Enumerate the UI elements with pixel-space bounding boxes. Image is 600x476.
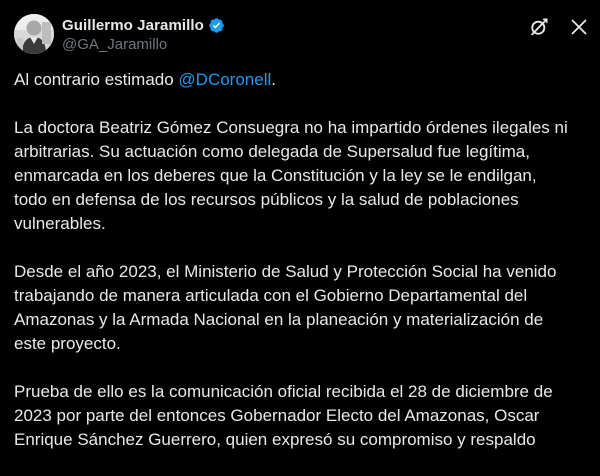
tweet-paragraph: Al contrario estimado @DCoronell. [14, 68, 586, 92]
tweet-paragraph: La doctora Beatriz Gómez Consuegra no ha… [14, 116, 586, 236]
tweet-line: todo en defensa de los recursos públicos… [14, 190, 519, 209]
tweet-header: Guillermo Jaramillo @GA_Jaramillo [14, 12, 588, 60]
author-handle[interactable]: @GA_Jaramillo [62, 36, 225, 53]
display-name-row: Guillermo Jaramillo [62, 15, 225, 35]
tweet-line: Desde el año 2023, el Ministerio de Salu… [14, 262, 557, 281]
tweet-line: trabajando de manera articulada con el G… [14, 286, 528, 305]
tweet-line: arbitrarias. Su actuación como delegada … [14, 142, 530, 161]
tweet-text: . [271, 70, 276, 89]
close-x-icon[interactable] [570, 18, 588, 36]
tweet-line: Prueba de ello es la comunicación oficia… [14, 382, 553, 401]
verified-badge-icon[interactable] [208, 17, 225, 34]
tweet-line: vulnerables. [14, 214, 106, 233]
mention-link[interactable]: @DCoronell [178, 70, 271, 89]
author-display-name[interactable]: Guillermo Jaramillo [62, 17, 204, 34]
tweet-body: Al contrario estimado @DCoronell. La doc… [14, 68, 586, 476]
tweet-paragraph: Prueba de ello es la comunicación oficia… [14, 380, 586, 452]
author-names: Guillermo Jaramillo @GA_Jaramillo [62, 15, 225, 53]
tweet-line: Enrique Sánchez Guerrero, quien expresó … [14, 430, 536, 449]
tweet-card: Guillermo Jaramillo @GA_Jaramillo Al con… [0, 0, 600, 455]
avatar[interactable] [14, 14, 54, 54]
tweet-line: 2023 por parte del entonces Gobernador E… [14, 406, 540, 425]
tweet-line: este proyecto. [14, 334, 121, 353]
avatar-photo-icon [14, 14, 54, 54]
tweet-line: enmarcada en los deberes que la Constitu… [14, 166, 537, 185]
tweet-paragraph: Desde el año 2023, el Ministerio de Salu… [14, 260, 586, 356]
grok-icon[interactable] [528, 16, 550, 38]
tweet-line: La doctora Beatriz Gómez Consuegra no ha… [14, 118, 568, 137]
tweet-text: Al contrario estimado [14, 70, 179, 89]
tweet-line: Amazonas y la Armada Nacional en la plan… [14, 310, 544, 329]
